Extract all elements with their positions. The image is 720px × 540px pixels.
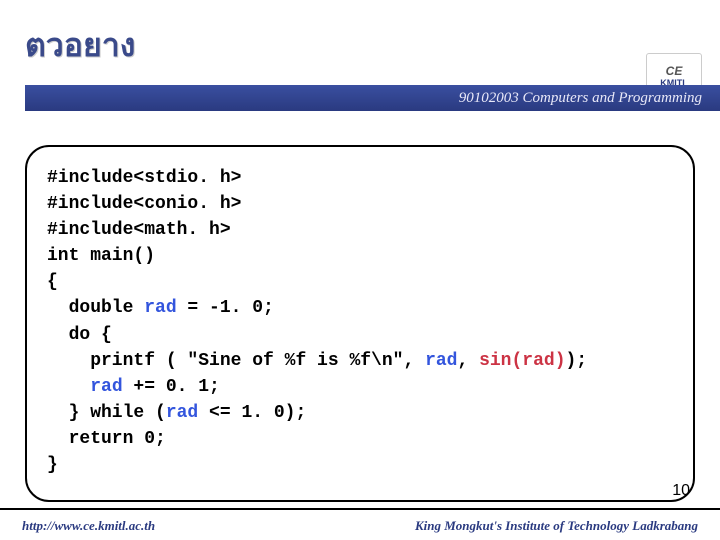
code-text: } while ( bbox=[47, 403, 166, 423]
code-var: rad bbox=[144, 298, 176, 318]
code-line: } bbox=[47, 455, 58, 475]
code-line: { bbox=[47, 272, 58, 292]
code-var: rad bbox=[166, 403, 198, 423]
code-text: = -1. 0; bbox=[177, 298, 274, 318]
code-var: rad bbox=[425, 351, 457, 371]
page-title: ตวอยาง bbox=[25, 20, 695, 71]
footer-divider bbox=[0, 508, 720, 510]
code-text: <= 1. 0); bbox=[198, 403, 306, 423]
code-text: double bbox=[47, 298, 144, 318]
page-number: 10 bbox=[672, 482, 690, 500]
header-bar: CE KMITL 90102003 Computers and Programm… bbox=[0, 75, 720, 117]
footer-institute: King Mongkut's Institute of Technology L… bbox=[415, 518, 698, 534]
code-text: ); bbox=[566, 351, 588, 371]
course-label: 90102003 Computers and Programming bbox=[459, 90, 702, 107]
footer-url: http://www.ce.kmitl.ac.th bbox=[22, 518, 155, 534]
footer: http://www.ce.kmitl.ac.th King Mongkut's… bbox=[22, 518, 698, 534]
code-text: += 0. 1; bbox=[123, 377, 220, 397]
code-line: #include<stdio. h> bbox=[47, 168, 241, 188]
logo-text-top: CE bbox=[666, 64, 683, 78]
code-line: int main() bbox=[47, 246, 155, 266]
code-box: #include<stdio. h> #include<conio. h> #i… bbox=[25, 145, 695, 502]
code-line: #include<math. h> bbox=[47, 220, 231, 240]
code-line: return 0; bbox=[47, 429, 166, 449]
code-line: #include<conio. h> bbox=[47, 194, 241, 214]
code-text: , bbox=[457, 351, 479, 371]
code-line: do { bbox=[47, 325, 112, 345]
slide: ตวอยาง CE KMITL 90102003 Computers and P… bbox=[0, 0, 720, 540]
code-text bbox=[47, 377, 90, 397]
code-block: #include<stdio. h> #include<conio. h> #i… bbox=[47, 165, 673, 478]
code-text: printf ( "Sine of %f is %f\n", bbox=[47, 351, 425, 371]
code-var: rad bbox=[90, 377, 122, 397]
header-blue-bar: 90102003 Computers and Programming bbox=[25, 85, 720, 111]
code-func: sin(rad) bbox=[479, 351, 565, 371]
